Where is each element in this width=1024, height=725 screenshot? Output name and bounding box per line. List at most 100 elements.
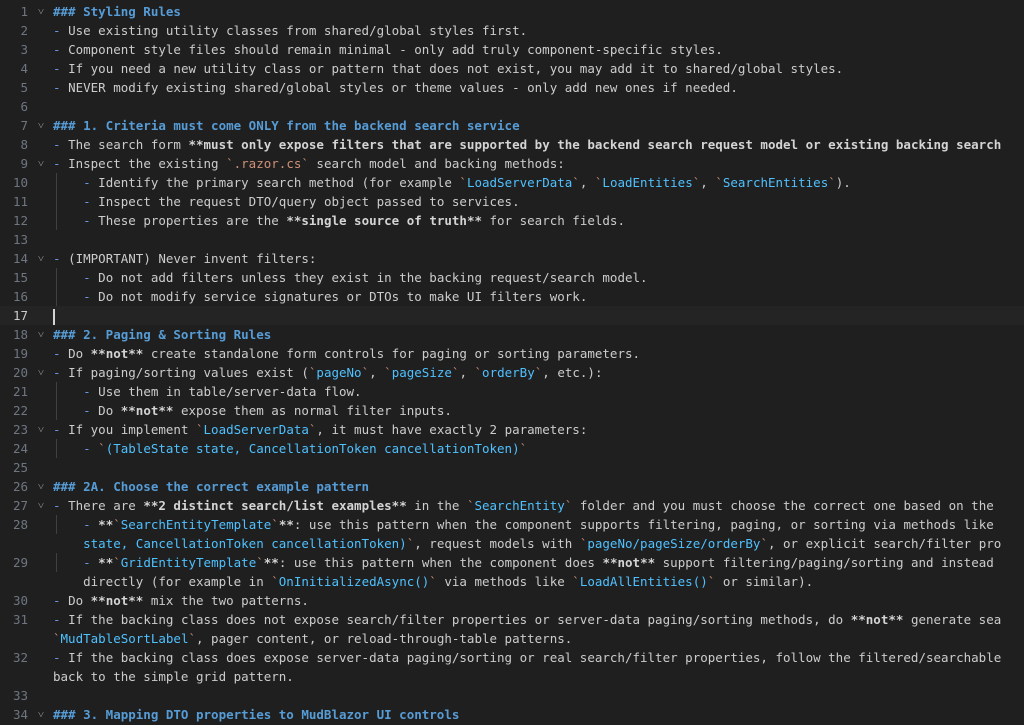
code-line[interactable]: 3 - Component style files should remain m… xyxy=(0,40,1024,59)
code-line[interactable]: directly (for example in `OnInitializedA… xyxy=(0,572,1024,591)
fold-chevron-icon[interactable]: ˅ xyxy=(35,705,47,724)
token: - xyxy=(53,23,69,38)
token: - xyxy=(53,251,69,266)
code-line[interactable]: 27 ˅ - There are **2 distinct search/list … xyxy=(0,496,1024,515)
token: ` xyxy=(384,365,392,380)
code-line[interactable]: 9 ˅ - Inspect the existing `.razor.cs` sea… xyxy=(0,154,1024,173)
token: orderBy xyxy=(482,365,535,380)
code-line[interactable]: 25 xyxy=(0,458,1024,477)
line-content: - If you need a new utility class or pat… xyxy=(53,59,843,78)
code-line[interactable]: 19 - Do **not** create standalone form co… xyxy=(0,344,1024,363)
line-number: 21 xyxy=(12,384,28,399)
code-line[interactable]: 20 ˅ - If paging/sorting values exist (`pa… xyxy=(0,363,1024,382)
line-content: - There are **2 distinct search/list exa… xyxy=(53,496,994,515)
token: OnInitializedAsync() xyxy=(278,574,430,589)
code-line[interactable]: 8 - The search form **must only expose fi… xyxy=(0,135,1024,154)
code-line[interactable]: 7 ˅ ### 1. Criteria must come ONLY from th… xyxy=(0,116,1024,135)
code-line[interactable]: 11 - Inspect the request DTO/query objec… xyxy=(0,192,1024,211)
fold-chevron-icon[interactable]: ˅ xyxy=(35,325,47,344)
code-line[interactable]: 12 - These properties are the **single s… xyxy=(0,211,1024,230)
line-number: 25 xyxy=(12,460,28,475)
token: ` xyxy=(113,517,121,532)
token: GridEntityTemplate xyxy=(120,555,257,570)
code-line[interactable]: 28 - **`SearchEntityTemplate`**: use thi… xyxy=(0,515,1024,534)
token: ` xyxy=(474,365,483,380)
line-number: 11 xyxy=(12,194,28,209)
line-number: 8 xyxy=(20,137,28,152)
code-line[interactable]: 31 - If the backing class does not expose… xyxy=(0,610,1024,629)
code-line[interactable]: 2 - Use existing utility classes from sha… xyxy=(0,21,1024,40)
token: search model and backing methods: xyxy=(308,156,565,171)
token: ` xyxy=(113,555,121,570)
code-line[interactable]: 14 ˅ - (IMPORTANT) Never invent filters: xyxy=(0,249,1024,268)
token: MudTableSortLabel xyxy=(60,631,189,646)
fold-chevron-icon[interactable]: ˅ xyxy=(35,420,47,439)
code-line[interactable]: 22 - Do **not** expose them as normal fi… xyxy=(0,401,1024,420)
line-content: - (IMPORTANT) Never invent filters: xyxy=(53,249,316,268)
token: If the backing class does not expose sea… xyxy=(68,612,851,627)
code-line[interactable]: 30 - Do **not** mix the two patterns. xyxy=(0,591,1024,610)
line-number: 30 xyxy=(12,593,28,608)
token: - xyxy=(53,650,69,665)
markdown-editor[interactable]: 1 ˅ ### Styling Rules 2 - Use existing utili… xyxy=(0,0,1024,725)
fold-chevron-icon[interactable]: ˅ xyxy=(35,249,47,268)
code-line[interactable]: 4 - If you need a new utility class or pa… xyxy=(0,59,1024,78)
fold-chevron-icon[interactable]: ˅ xyxy=(35,363,47,382)
token: (TableState state, CancellationToken can… xyxy=(105,441,520,456)
line-content: back to the simple grid pattern. xyxy=(53,667,294,686)
code-line[interactable]: 1 ˅ ### Styling Rules xyxy=(0,2,1024,21)
token: - xyxy=(53,42,69,57)
code-line[interactable]: 24 - `(TableState state, CancellationTok… xyxy=(0,439,1024,458)
fold-chevron-icon[interactable]: ˅ xyxy=(35,496,47,515)
code-line[interactable]: state, CancellationToken cancellationTok… xyxy=(0,534,1024,553)
line-number: 1 xyxy=(20,4,28,19)
code-line[interactable]: 16 - Do not modify service signatures or… xyxy=(0,287,1024,306)
token: - xyxy=(83,441,99,456)
line-number: 12 xyxy=(12,213,28,228)
code-line[interactable]: 34 ˅ ### 3. Mapping DTO properties to MudB… xyxy=(0,705,1024,724)
code-line[interactable]: 21 - Use them in table/server-data flow. xyxy=(0,382,1024,401)
token: `.razor.cs` xyxy=(226,156,309,171)
code-line[interactable]: 33 xyxy=(0,686,1024,705)
code-line[interactable]: 32 - If the backing class does expose ser… xyxy=(0,648,1024,667)
code-line[interactable]: back to the simple grid pattern. xyxy=(0,667,1024,686)
code-line[interactable]: 10 - Identify the primary search method … xyxy=(0,173,1024,192)
code-line[interactable]: 5 - NEVER modify existing shared/global s… xyxy=(0,78,1024,97)
token: ` xyxy=(459,175,467,190)
code-line[interactable]: 18 ˅ ### 2. Paging & Sorting Rules xyxy=(0,325,1024,344)
token: - xyxy=(53,156,69,171)
line-number: 13 xyxy=(12,232,28,247)
code-line[interactable]: 6 xyxy=(0,97,1024,116)
fold-chevron-icon[interactable]: ˅ xyxy=(35,116,47,135)
fold-chevron-icon[interactable]: ˅ xyxy=(35,2,47,21)
code-line[interactable]: 29 - **`GridEntityTemplate`**: use this … xyxy=(0,553,1024,572)
code-line[interactable]: 17 xyxy=(0,306,1024,325)
fold-chevron-icon[interactable]: ˅ xyxy=(35,154,47,173)
code-line[interactable]: `MudTableSortLabel`, pager content, or r… xyxy=(0,629,1024,648)
token: Do xyxy=(68,593,91,608)
code-line[interactable]: 26 ˅ ### 2A. Choose the correct example pa… xyxy=(0,477,1024,496)
token: ` xyxy=(429,574,437,589)
code-line[interactable]: 23 ˅ - If you implement `LoadServerData`, … xyxy=(0,420,1024,439)
token: - xyxy=(83,555,99,570)
code-line[interactable]: 13 xyxy=(0,230,1024,249)
token: **not** xyxy=(602,555,656,570)
line-content: - Do not add filters unless they exist i… xyxy=(53,268,647,287)
token: The search form xyxy=(68,137,189,152)
token: - xyxy=(83,175,99,190)
token: **not** xyxy=(850,612,904,627)
fold-chevron-icon[interactable]: ˅ xyxy=(35,477,47,496)
line-number: 19 xyxy=(12,346,28,361)
token: LoadAllEntities() xyxy=(579,574,708,589)
line-number: 20 xyxy=(12,365,28,380)
token: , it must have exactly 2 parameters: xyxy=(316,422,588,437)
code-line[interactable]: 15 - Do not add filters unless they exis… xyxy=(0,268,1024,287)
token: These properties are the xyxy=(98,213,287,228)
line-content: - Inspect the existing `.razor.cs` searc… xyxy=(53,154,565,173)
token: Component style files should remain mini… xyxy=(68,42,723,57)
